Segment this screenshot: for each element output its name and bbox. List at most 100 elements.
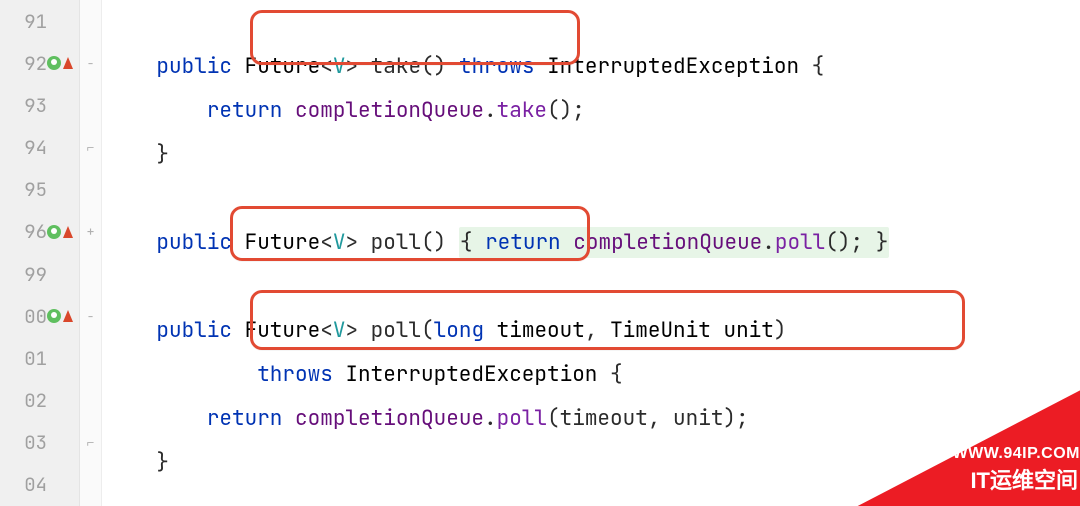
type-future: Future: [245, 229, 321, 256]
gutter-row: 04: [0, 464, 79, 506]
fold-toggle[interactable]: ⌐: [87, 422, 95, 464]
line-number: 95: [19, 177, 47, 202]
marker-slot: [47, 56, 73, 70]
gutter-row: 94: [0, 127, 79, 169]
gutter-row: 91: [0, 0, 79, 42]
fold-column: − ⌐ + − ⌐: [80, 0, 102, 506]
code-line[interactable]: public Future<V> take() throws Interrupt…: [102, 44, 1080, 88]
indent: [106, 361, 257, 388]
gutter-row: 93: [0, 84, 79, 126]
watermark-url: WWW.94IP.COM: [953, 446, 1080, 462]
line-number: 00: [19, 304, 47, 329]
parens: (): [421, 53, 459, 80]
method-name: poll: [371, 229, 421, 256]
gutter-row: 96: [0, 211, 79, 253]
dot: .: [484, 97, 497, 124]
line-number-gutter: 91 92 93 94 95 96 99 00 01 02 03 04: [0, 0, 80, 506]
inline-body: { return completionQueue.poll(); }: [459, 227, 889, 258]
args: (timeout, unit);: [547, 405, 749, 432]
keyword-return: return: [207, 405, 295, 432]
keyword-public: public: [156, 53, 244, 80]
angle-close: >: [345, 317, 370, 344]
marker-slot: [47, 309, 73, 323]
param-name: timeout: [497, 317, 585, 344]
angle-close: >: [345, 53, 370, 80]
parens: (): [421, 229, 459, 256]
line-number: 94: [19, 135, 47, 160]
line-number: 99: [19, 262, 47, 287]
fold-toggle[interactable]: −: [87, 295, 95, 337]
line-number: 92: [19, 51, 47, 76]
method-call: poll: [497, 405, 547, 432]
brace-open: {: [610, 361, 623, 388]
line-number: 01: [19, 346, 47, 371]
line-number: 02: [19, 388, 47, 413]
keyword-throws: throws: [459, 53, 547, 80]
type-exception: InterruptedException: [547, 53, 812, 80]
up-arrow-icon: [63, 310, 73, 322]
indent: [106, 229, 156, 256]
line-number: 91: [19, 9, 47, 34]
watermark-title: IT运维空间: [970, 470, 1078, 492]
keyword-return: return: [207, 97, 295, 124]
code-line[interactable]: }: [102, 132, 1080, 176]
code-line[interactable]: [102, 176, 1080, 220]
type-param: V: [333, 229, 346, 256]
fold-toggle[interactable]: ⌐: [87, 127, 95, 169]
angle-open: <: [320, 317, 333, 344]
gutter-row: 02: [0, 380, 79, 422]
up-arrow-icon: [63, 57, 73, 69]
marker-slot: [47, 225, 73, 239]
type-exception: InterruptedException: [345, 361, 610, 388]
keyword-throws: throws: [257, 361, 345, 388]
breakpoint-icon[interactable]: [47, 225, 61, 239]
field-name: completionQueue: [295, 405, 484, 432]
type-future: Future: [245, 53, 321, 80]
param-name: unit: [723, 317, 773, 344]
line-number: 93: [19, 93, 47, 118]
indent: [106, 53, 156, 80]
keyword-return: return: [485, 229, 573, 256]
breakpoint-icon[interactable]: [47, 56, 61, 70]
angle-close: >: [345, 229, 370, 256]
type-timeunit: TimeUnit: [610, 317, 723, 344]
field-name: completionQueue: [295, 97, 484, 124]
watermark-ribbon: WWW.94IP.COM IT运维空间: [850, 380, 1080, 506]
method-call: take: [497, 97, 547, 124]
gutter-row: 03: [0, 422, 79, 464]
breakpoint-icon[interactable]: [47, 309, 61, 323]
gutter-row: 01: [0, 337, 79, 379]
code-line[interactable]: return completionQueue.take();: [102, 88, 1080, 132]
method-call: poll: [775, 229, 825, 256]
brace-close: }: [106, 141, 169, 168]
type-long: long: [434, 317, 497, 344]
gutter-row: 99: [0, 253, 79, 295]
gutter-row: 00: [0, 295, 79, 337]
angle-open: <: [320, 53, 333, 80]
keyword-public: public: [156, 317, 244, 344]
code-line[interactable]: public Future<V> poll(long timeout, Time…: [102, 308, 1080, 352]
field-name: completionQueue: [573, 229, 762, 256]
line-number: 03: [19, 430, 47, 455]
keyword-public: public: [156, 229, 244, 256]
dot: .: [484, 405, 497, 432]
indent: [106, 317, 156, 344]
code-line[interactable]: [102, 0, 1080, 44]
fold-toggle[interactable]: −: [87, 42, 95, 84]
brace-open: {: [460, 229, 485, 256]
type-future: Future: [245, 317, 321, 344]
comma: ,: [585, 317, 610, 344]
dot: .: [762, 229, 775, 256]
code-line[interactable]: public Future<V> poll() { return complet…: [102, 220, 1080, 264]
indent: [106, 405, 207, 432]
indent: [106, 97, 207, 124]
up-arrow-icon: [63, 226, 73, 238]
type-param: V: [333, 53, 346, 80]
angle-open: <: [320, 229, 333, 256]
gutter-row: 95: [0, 169, 79, 211]
fold-toggle[interactable]: +: [87, 211, 95, 253]
code-line[interactable]: [102, 264, 1080, 308]
method-name: take: [371, 53, 421, 80]
line-number: 04: [19, 472, 47, 497]
tail: ();: [547, 97, 585, 124]
